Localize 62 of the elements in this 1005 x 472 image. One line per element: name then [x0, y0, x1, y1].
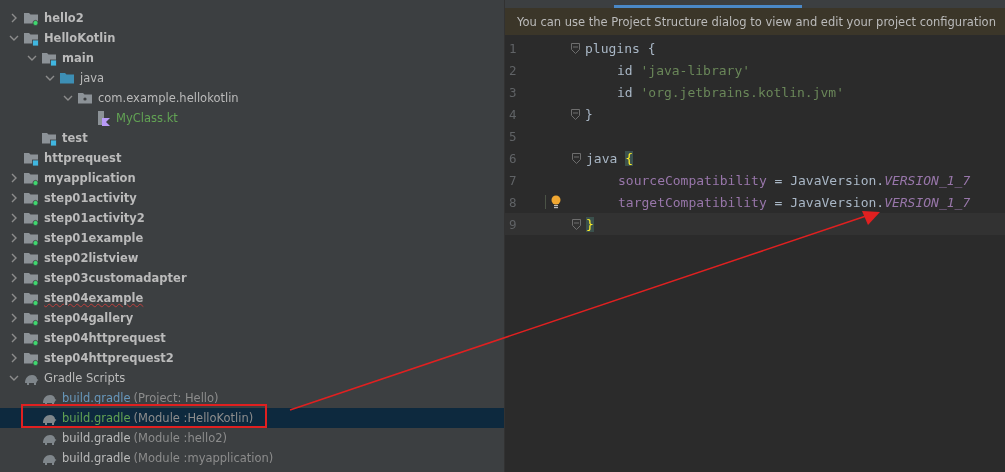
- line-number: 8: [508, 194, 518, 210]
- module-folder-icon: [23, 330, 39, 346]
- tree-item[interactable]: build.gradle (Module :myapplication): [0, 448, 504, 468]
- code-line: sourceCompatibility = JavaVersion.VERSION_1_7: [618, 172, 971, 188]
- code-line: targetCompatibility = JavaVersion.VERSION_1_7: [618, 194, 971, 210]
- module-folder-icon: [23, 170, 39, 186]
- module-folder-icon: [23, 230, 39, 246]
- fold-marker-icon[interactable]: [571, 218, 581, 230]
- code-line: id 'java-library': [617, 62, 751, 78]
- folder-icon: [59, 70, 75, 86]
- tree-item[interactable]: build.gradle (Module :hello2): [0, 428, 504, 448]
- tree-item[interactable]: hello2: [0, 8, 504, 28]
- tree-item[interactable]: HelloKotlin: [0, 28, 504, 48]
- module-folder-icon: [23, 150, 39, 166]
- notification-banner: You can use the Project Structure dialog to view and edit your project configuration: [505, 8, 1005, 35]
- module-folder-icon: [23, 30, 39, 46]
- tree-item[interactable]: Gradle Scripts: [0, 368, 504, 388]
- module-folder-icon: [23, 210, 39, 226]
- fold-marker-icon[interactable]: [570, 108, 580, 120]
- tree-item[interactable]: main: [0, 48, 504, 68]
- tree-item[interactable]: com.example.hellokotlin: [0, 88, 504, 108]
- line-number: 5: [508, 128, 518, 144]
- tree-item[interactable]: step03customadapter: [0, 268, 504, 288]
- module-folder-icon: [23, 290, 39, 306]
- tree-item[interactable]: httprequest: [0, 148, 504, 168]
- lightbulb-icon[interactable]: [550, 195, 562, 209]
- line-number: 7: [508, 172, 518, 188]
- tree-item[interactable]: build.gradle (Project: Hello): [0, 388, 504, 408]
- tree-item[interactable]: step02listview: [0, 248, 504, 268]
- line-number: 3: [508, 84, 518, 100]
- module-folder-icon: [23, 190, 39, 206]
- module-folder-icon: [23, 10, 39, 26]
- line-number: 6: [508, 150, 518, 166]
- module-folder-icon: [23, 310, 39, 326]
- tree-item[interactable]: step01activity: [0, 188, 504, 208]
- tree-item[interactable]: step01example: [0, 228, 504, 248]
- tree-item[interactable]: step04httprequest: [0, 328, 504, 348]
- tree-item[interactable]: myapplication: [0, 168, 504, 188]
- tree-item[interactable]: test: [0, 128, 504, 148]
- code-line: }: [585, 106, 593, 122]
- tree-item[interactable]: step04httprequest2: [0, 348, 504, 368]
- tree-item[interactable]: step01activity2: [0, 208, 504, 228]
- tree-item[interactable]: java: [0, 68, 504, 88]
- module-folder-icon: [23, 350, 39, 366]
- tree-item[interactable]: build.gradle (Module :HelloKotlin): [0, 408, 504, 428]
- fold-marker-icon[interactable]: [571, 152, 581, 164]
- line-number: 1: [508, 40, 518, 56]
- tree-item[interactable]: step04example: [0, 288, 504, 308]
- fold-marker-icon[interactable]: [570, 42, 580, 54]
- code-line: id 'org.jetbrains.kotlin.jvm': [617, 84, 844, 100]
- module-folder-icon: [41, 50, 57, 66]
- module-folder-icon: [23, 270, 39, 286]
- kotlin-file-icon: [95, 110, 111, 126]
- module-folder-icon: [41, 130, 57, 146]
- tree-item[interactable]: MyClass.kt: [0, 108, 504, 128]
- module-folder-icon: [23, 250, 39, 266]
- package-icon: [77, 90, 93, 106]
- line-number: 2: [508, 62, 518, 78]
- line-number: 4: [508, 106, 518, 122]
- code-line: plugins {: [585, 40, 656, 56]
- code-line: java {: [586, 150, 633, 166]
- tree-item[interactable]: step04gallery: [0, 308, 504, 328]
